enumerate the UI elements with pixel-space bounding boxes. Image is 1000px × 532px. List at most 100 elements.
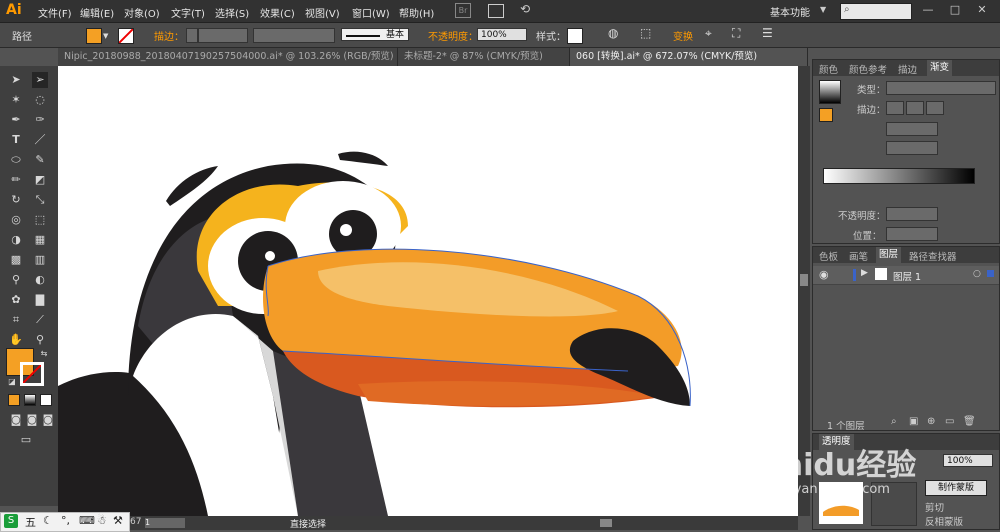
tab-stroke[interactable]: 描边 — [898, 62, 917, 76]
fill-color-swatch[interactable] — [86, 28, 102, 44]
bridge-button[interactable]: Br — [455, 3, 471, 18]
chevron-down-icon[interactable]: ▼ — [103, 32, 108, 40]
none-mode-icon[interactable] — [40, 394, 52, 406]
screen-mode-icon[interactable]: ▭ — [18, 432, 34, 448]
eraser-icon[interactable]: ◩ — [32, 172, 48, 188]
perspective-grid-icon[interactable]: ▦ — [32, 232, 48, 248]
path-options-icon[interactable]: ⛶ — [732, 26, 740, 41]
warp-tool-icon[interactable]: ◎ — [8, 212, 24, 228]
free-transform-icon[interactable]: ⬚ — [32, 212, 48, 228]
stroke-label[interactable]: 描边： — [154, 28, 184, 43]
tab-color-guide[interactable]: 颜色参考 — [849, 62, 887, 76]
punctuation-icon[interactable]: °, — [61, 514, 70, 527]
recolor-artwork-icon[interactable]: ◍ — [608, 26, 618, 40]
minimize-button[interactable]: — — [918, 3, 938, 17]
selection-indicator[interactable] — [987, 270, 994, 277]
arrange-documents-icon[interactable] — [488, 4, 504, 18]
gradient-position-field[interactable] — [886, 227, 938, 241]
mesh-tool-icon[interactable]: ▩ — [8, 252, 24, 268]
stroke-weight-field[interactable] — [198, 28, 248, 43]
gradient-preview[interactable] — [819, 80, 841, 104]
menu-edit[interactable]: 编辑(E) — [80, 5, 114, 20]
stroke-weight-stepper[interactable] — [186, 28, 198, 43]
tab-brushes[interactable]: 画笔 — [849, 249, 868, 263]
settings-icon[interactable]: ⚒ — [113, 514, 123, 527]
line-tool-icon[interactable]: ／ — [32, 132, 48, 148]
tab-layers[interactable]: 图层 — [876, 247, 902, 263]
variable-width-profile[interactable] — [253, 28, 335, 43]
search-input[interactable]: ⌕ — [840, 3, 912, 20]
menu-object[interactable]: 对象(O) — [124, 5, 160, 20]
shape-builder-icon[interactable]: ◑ — [8, 232, 24, 248]
keyboard-icon[interactable]: ⌨ — [79, 514, 95, 527]
align-options-icon[interactable]: ⬚ — [640, 26, 651, 40]
ellipse-tool-icon[interactable]: ⬭ — [8, 152, 24, 168]
new-sublayer-icon[interactable]: ⊕ — [927, 416, 935, 427]
pencil-icon[interactable]: ✏ — [8, 172, 24, 188]
stroke-box[interactable] — [20, 362, 44, 386]
default-colors-icon[interactable]: ◪ — [4, 374, 20, 390]
color-mode-icon[interactable] — [8, 394, 20, 406]
make-mask-button[interactable]: 制作蒙版 — [925, 480, 987, 496]
curvature-tool-icon[interactable]: ✑ — [32, 112, 48, 128]
tab-document-3[interactable]: 060 [转换].ai* @ 672.07% (CMYK/预览) — [570, 48, 808, 66]
stroke-style-select[interactable]: 基本 — [341, 28, 409, 41]
rotate-tool-icon[interactable]: ↻ — [8, 192, 24, 208]
opacity-input[interactable]: 100% — [477, 28, 527, 41]
isolate-icon[interactable]: ⌖ — [705, 26, 712, 41]
panel-menu-icon[interactable]: ☰ — [762, 26, 773, 40]
hand-tool-icon[interactable]: ✋ — [8, 332, 24, 348]
workspace-switcher[interactable]: 基本功能 — [770, 4, 810, 19]
gradient-opacity-field[interactable] — [886, 207, 938, 221]
gradient-type-select[interactable] — [886, 81, 996, 95]
menu-select[interactable]: 选择(S) — [215, 5, 249, 20]
layer-row[interactable]: ◉ ▶ 图层 1 ○ — [813, 266, 999, 285]
menu-file[interactable]: 文件(F) — [38, 5, 72, 20]
transparency-opacity-input[interactable]: 100% — [943, 454, 993, 467]
maximize-button[interactable]: □ — [945, 3, 965, 17]
artboard-canvas[interactable] — [58, 66, 798, 516]
draw-behind-icon[interactable]: ◙ — [24, 412, 40, 428]
stroke-gradient-along[interactable] — [906, 101, 924, 115]
delete-layer-icon[interactable]: 🗑 — [963, 416, 976, 427]
clipping-mask-icon[interactable]: ▣ — [909, 416, 918, 427]
menu-effect[interactable]: 效果(C) — [260, 5, 295, 20]
swap-colors-icon[interactable]: ⇆ — [36, 346, 52, 362]
gradient-tool-icon[interactable]: ▥ — [32, 252, 48, 268]
stroke-gradient-across[interactable] — [926, 101, 944, 115]
locate-object-icon[interactable]: ⌕ — [891, 416, 897, 427]
sync-icon[interactable]: ⟲ — [520, 2, 530, 16]
selection-tool-icon[interactable]: ➤ — [8, 72, 24, 88]
ime-toolbar[interactable]: S 五 ☾ °, ⌨ ☃ ⚒ — [0, 512, 130, 532]
gradient-mode-icon[interactable] — [24, 394, 36, 406]
tab-document-1[interactable]: Nipic_20180988_20180407190257504000.ai* … — [58, 48, 398, 66]
graph-tool-icon[interactable]: ▇ — [32, 292, 48, 308]
fill-indicator[interactable] — [819, 108, 833, 122]
skin-icon[interactable]: ☃ — [97, 514, 107, 527]
menu-type[interactable]: 文字(T) — [171, 5, 205, 20]
page-field[interactable]: 1 — [145, 518, 185, 528]
target-icon[interactable]: ○ — [973, 269, 981, 279]
tab-pathfinder[interactable]: 路径查找器 — [909, 249, 957, 263]
menu-help[interactable]: 帮助(H) — [399, 5, 434, 20]
graphic-style-swatch[interactable] — [567, 28, 583, 44]
expand-triangle-icon[interactable]: ▶ — [861, 268, 868, 278]
opacity-label[interactable]: 不透明度： — [428, 28, 478, 43]
vertical-scroll-thumb[interactable] — [800, 274, 808, 286]
eyedropper-icon[interactable]: ⚲ — [8, 272, 24, 288]
gradient-slider[interactable] — [823, 168, 975, 184]
tab-color[interactable]: 颜色 — [819, 62, 838, 76]
blend-tool-icon[interactable]: ◐ — [32, 272, 48, 288]
pen-tool-icon[interactable]: ✒ — [8, 112, 24, 128]
lasso-icon[interactable]: ◌ — [32, 92, 48, 108]
gradient-angle-field[interactable] — [886, 122, 938, 136]
scale-tool-icon[interactable]: ⤡ — [32, 192, 48, 208]
stroke-gradient-within[interactable] — [886, 101, 904, 115]
tab-gradient[interactable]: 渐变 — [927, 60, 953, 76]
horizontal-scroll-thumb[interactable] — [600, 519, 612, 527]
slice-tool-icon[interactable]: ⟋ — [32, 312, 48, 328]
new-layer-icon[interactable]: ▭ — [945, 416, 954, 427]
type-tool-icon[interactable]: T — [8, 132, 24, 148]
draw-inside-icon[interactable]: ◙ — [40, 412, 56, 428]
tab-swatches[interactable]: 色板 — [819, 249, 838, 263]
